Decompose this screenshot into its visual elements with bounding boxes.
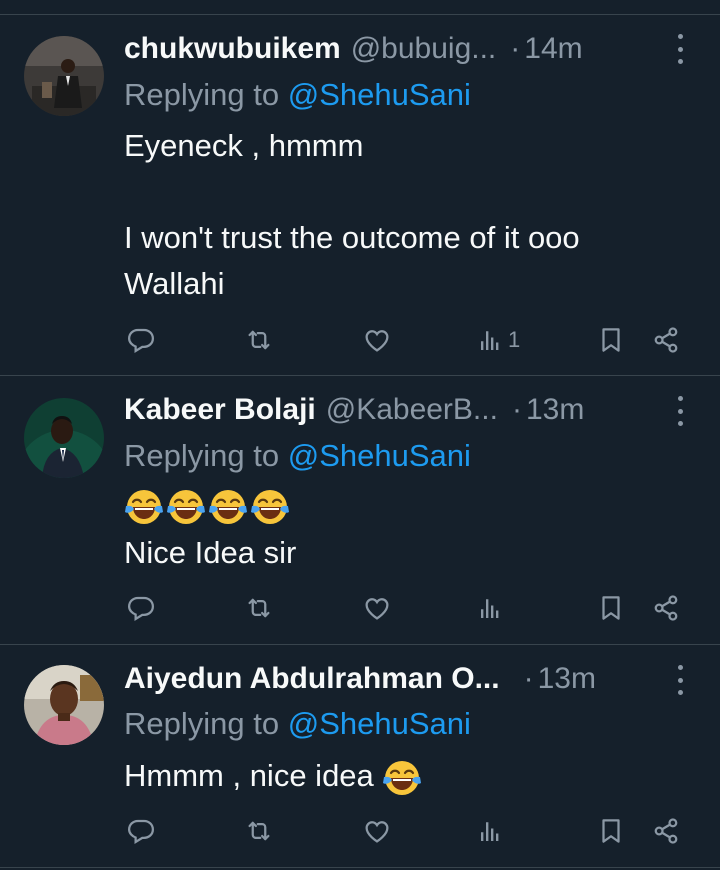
views-button[interactable]: 1 [476,320,520,360]
retweet-icon [244,593,274,623]
mention-link[interactable]: @ShehuSani [288,438,471,473]
text-line: Hmmm , nice idea [124,753,690,799]
text-line: Wallahi [124,266,225,301]
mention-link[interactable]: @ShehuSani [288,77,471,112]
share-button[interactable] [651,320,681,360]
mention-link[interactable]: @ShehuSani [288,706,471,741]
more-options-icon[interactable] [676,396,684,426]
views-button[interactable] [476,588,508,628]
like-button[interactable] [362,588,392,628]
replying-to-label: Replying to [124,438,288,473]
author-name[interactable]: Aiyedun Abdulrahman O... [124,662,500,696]
laughing-emoji-icon [124,487,164,527]
tweet-card[interactable]: chukwubuikem @bubuig... · 14m Replying t… [0,0,720,376]
emoji-row [124,484,690,530]
replying-to: Replying to @ShehuSani [124,706,471,742]
laughing-emoji-icon [166,487,206,527]
reply-icon [126,593,156,623]
tweet-text: Eyeneck , hmmm I won't trust the outcome… [124,123,690,307]
timestamp[interactable]: 13m [526,393,584,427]
author-handle[interactable]: @KabeerB... [326,393,498,427]
replying-to: Replying to @ShehuSani [124,438,471,474]
timestamp[interactable]: 14m [524,32,582,66]
bookmark-button[interactable] [596,320,626,360]
reply-icon [126,325,156,355]
replying-to-label: Replying to [124,706,288,741]
reply-feed: chukwubuikem @bubuig... · 14m Replying t… [0,0,720,870]
action-bar [124,811,694,851]
text-line: Nice Idea sir [124,535,297,570]
reply-button[interactable] [126,588,156,628]
views-icon [476,593,506,623]
views-count: 1 [508,327,521,352]
bookmark-button[interactable] [596,811,626,851]
tweet-text: Nice Idea sir [124,484,690,576]
avatar[interactable] [24,665,104,745]
bookmark-button[interactable] [596,588,626,628]
retweet-icon [244,816,274,846]
like-icon [362,325,392,355]
bookmark-icon [596,816,626,846]
avatar[interactable] [24,36,104,116]
separator-dot: · [510,32,521,65]
timestamp[interactable]: 13m [538,662,596,696]
replying-to-label: Replying to [124,77,288,112]
laughing-emoji-icon [250,487,290,527]
laughing-emoji-icon [382,758,422,798]
more-options-icon[interactable] [676,34,684,64]
share-icon [651,325,681,355]
retweet-button[interactable] [244,588,274,628]
bookmark-icon [596,325,626,355]
reply-button[interactable] [126,811,156,851]
author-handle[interactable]: @bubuig... [351,32,497,66]
tweet-card[interactable]: Aiyedun Abdulrahman O... · 13m Replying … [0,645,720,870]
separator-dot: · [523,662,534,695]
text-line: I won't trust the outcome of it ooo [124,220,580,255]
more-options-icon[interactable] [676,665,684,695]
retweet-icon [244,325,274,355]
action-bar [124,588,694,628]
text-line: Eyeneck , hmmm [124,128,364,163]
tweet-text: Hmmm , nice idea [124,753,690,799]
like-button[interactable] [362,811,392,851]
replying-to: Replying to @ShehuSani [124,77,471,113]
like-icon [362,593,392,623]
author-name[interactable]: chukwubuikem [124,32,341,66]
divider [0,867,720,868]
views-button[interactable] [476,811,508,851]
views-icon [476,325,506,355]
retweet-button[interactable] [244,811,274,851]
tweet-header: Kabeer Bolaji @KabeerB... · 13m [124,390,700,430]
bookmark-icon [596,593,626,623]
share-icon [651,593,681,623]
retweet-button[interactable] [244,320,274,360]
text-line [124,169,690,215]
share-button[interactable] [651,588,681,628]
like-button[interactable] [362,320,392,360]
text-content: Hmmm , nice idea [124,758,374,793]
views-icon [476,816,506,846]
like-icon [362,816,392,846]
share-icon [651,816,681,846]
tweet-header: chukwubuikem @bubuig... · 14m [124,29,700,69]
author-name[interactable]: Kabeer Bolaji [124,393,316,427]
reply-icon [126,816,156,846]
action-bar: 1 [124,320,694,360]
share-button[interactable] [651,811,681,851]
tweet-header: Aiyedun Abdulrahman O... · 13m [124,659,700,699]
laughing-emoji-icon [208,487,248,527]
reply-button[interactable] [126,320,156,360]
separator-dot: · [511,393,522,426]
avatar[interactable] [24,398,104,478]
tweet-card[interactable]: Kabeer Bolaji @KabeerB... · 13m Replying… [0,376,720,646]
